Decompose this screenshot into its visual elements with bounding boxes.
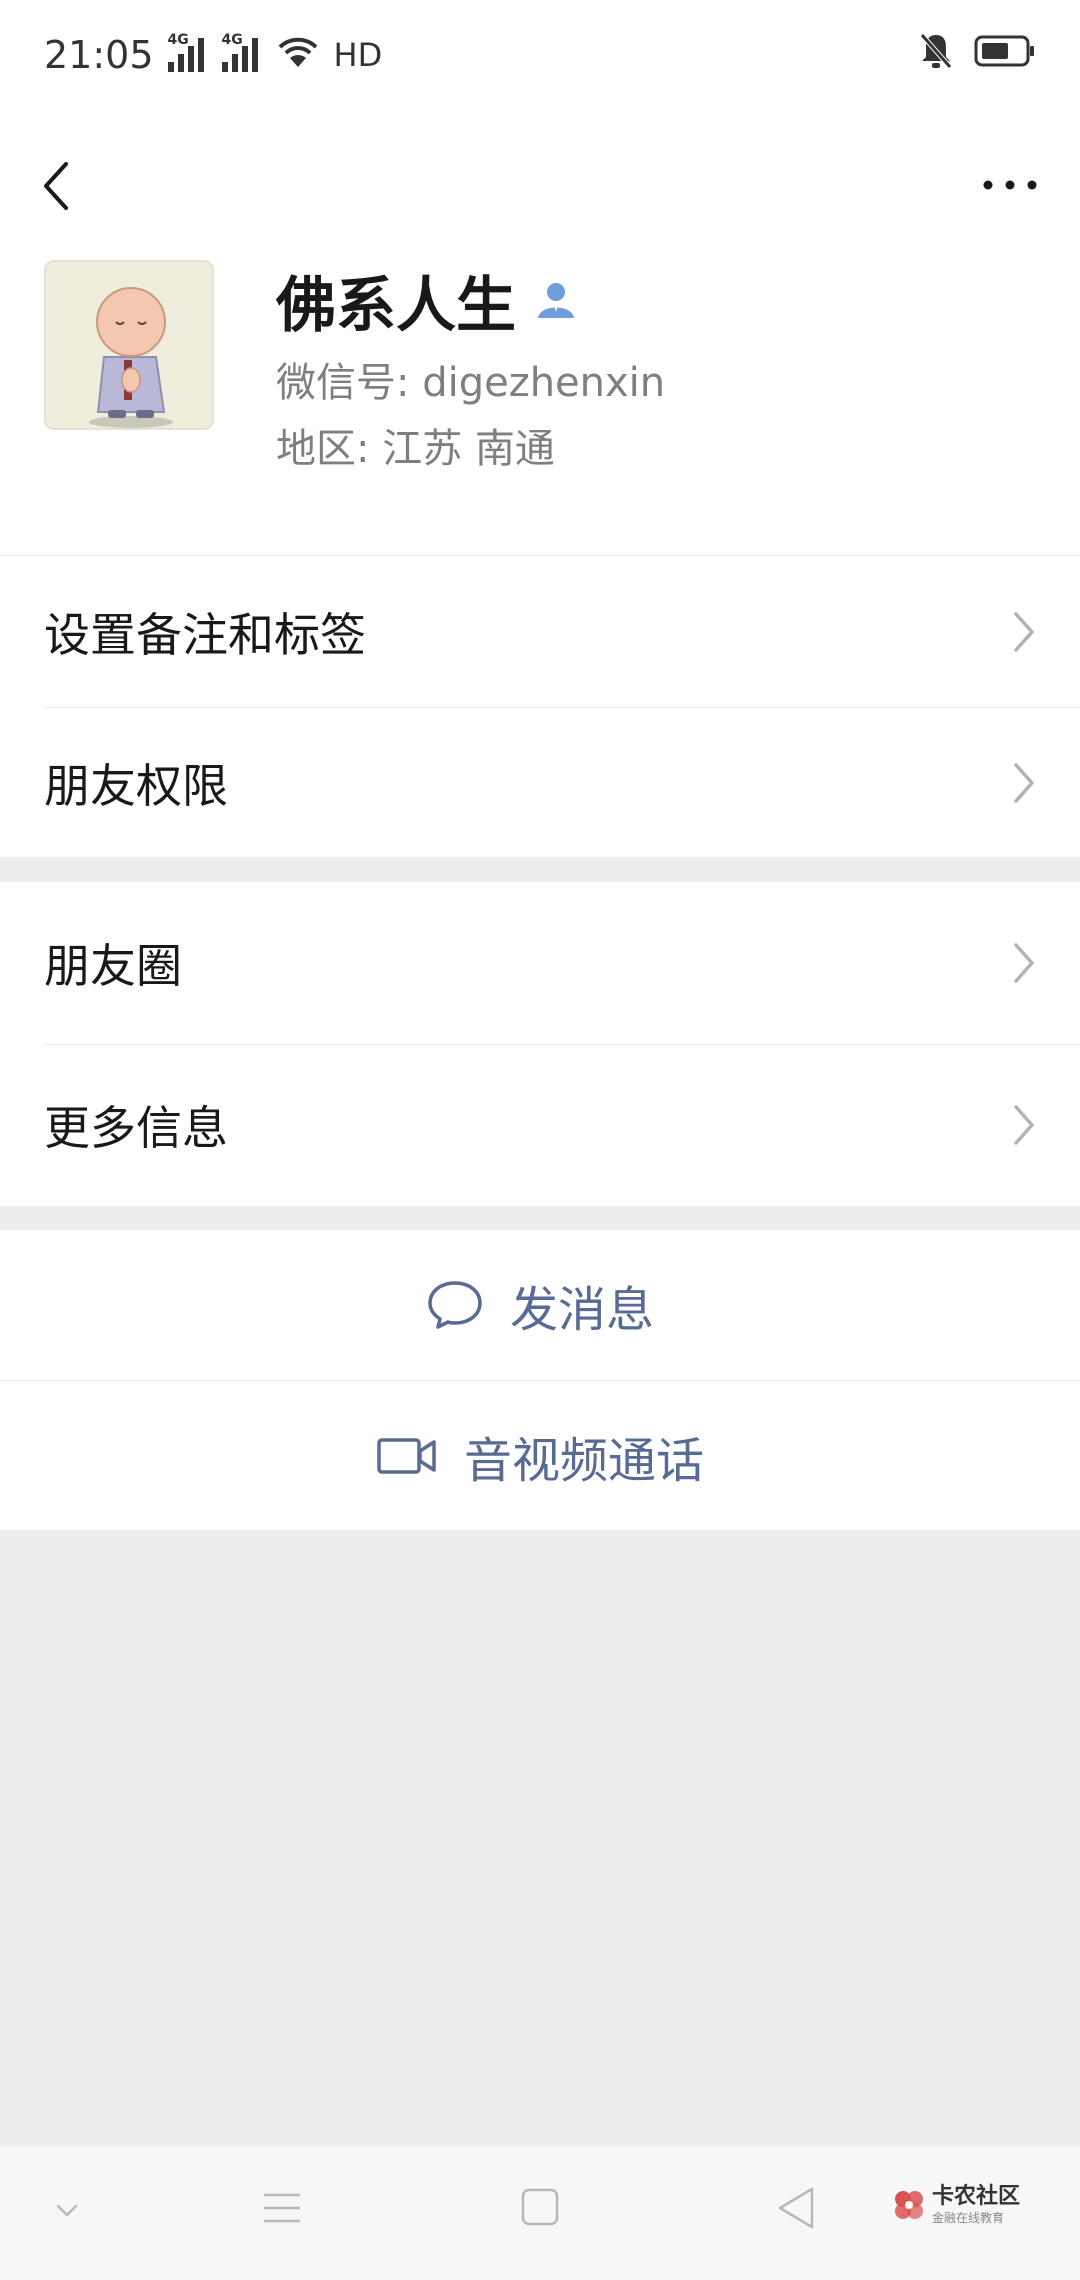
watermark-text: 卡农社区 金融在线教育 <box>931 2184 1020 2225</box>
menu-icon[interactable] <box>260 2183 304 2233</box>
send-message-label: 发消息 <box>509 1282 654 1338</box>
back-triangle-icon[interactable] <box>774 2183 818 2233</box>
brand-logo-icon <box>894 2191 923 2219</box>
mute-icon <box>918 31 954 80</box>
chevron-right-icon <box>1014 611 1034 652</box>
profile-name: 佛系人生 <box>276 260 578 341</box>
avatar[interactable] <box>44 260 214 430</box>
back-button[interactable] <box>30 150 90 220</box>
screen: 21:05 4G 4G HD 佛系人生 微信号: digezhenxin 地区:… <box>0 0 1080 2280</box>
network-type-label: 4G <box>221 32 243 48</box>
moments-row[interactable]: 朋友圈 <box>0 882 1080 1044</box>
profile-header: 佛系人生 微信号: digezhenxin 地区: 江苏 南通 <box>0 260 1080 555</box>
chat-bubble-icon <box>428 1281 482 1329</box>
chevron-right-icon <box>1014 943 1034 983</box>
moments-label: 朋友圈 <box>44 939 182 993</box>
contact-person-icon <box>538 283 574 318</box>
nickname: 佛系人生 <box>276 270 516 341</box>
status-right <box>918 31 1036 80</box>
more-button[interactable] <box>970 160 1050 210</box>
watermark-logo: 卡农社区 金融在线教育 <box>892 2186 1020 2224</box>
video-camera-icon <box>377 1437 436 1474</box>
video-call-button[interactable]: 音视频通话 <box>0 1380 1080 1530</box>
status-left: 21:05 4G 4G HD <box>44 32 383 78</box>
network-type-label: 4G <box>167 32 189 48</box>
friend-permission-label: 朋友权限 <box>44 758 228 813</box>
more-info-label: 更多信息 <box>44 1101 228 1155</box>
monk-avatar-icon <box>46 262 212 428</box>
watermark-title: 卡农社区 <box>931 2184 1020 2209</box>
wechat-id: 微信号: digezhenxin <box>276 360 666 406</box>
system-nav-bar: 卡农社区 金融在线教育 <box>0 2146 1080 2280</box>
actions-group: 发消息 音视频通话 <box>0 1230 1080 1530</box>
video-call-label: 音视频通话 <box>463 1432 704 1489</box>
battery-icon <box>974 34 1036 77</box>
chevron-right-icon <box>1014 1105 1034 1145</box>
hd-label: HD <box>333 36 383 74</box>
remark-tag-label: 设置备注和标签 <box>44 607 366 662</box>
top-nav <box>0 110 1080 260</box>
remark-tag-row[interactable]: 设置备注和标签 <box>0 556 1080 707</box>
more-info-row[interactable]: 更多信息 <box>0 1044 1080 1206</box>
more-dots-icon <box>983 180 1037 190</box>
friend-permission-row[interactable]: 朋友权限 <box>0 707 1080 858</box>
status-time: 21:05 <box>44 33 154 77</box>
info-group: 朋友圈 更多信息 <box>0 882 1080 1206</box>
signal-icon: 4G <box>167 32 208 72</box>
watermark-subtitle: 金融在线教育 <box>931 2211 1004 2225</box>
back-arrow-icon <box>44 162 68 210</box>
signal-icon: 4G <box>221 32 262 72</box>
wifi-icon <box>276 33 320 78</box>
chevron-right-icon <box>1014 762 1034 803</box>
settings-group: 设置备注和标签 朋友权限 <box>0 555 1080 857</box>
home-square-icon[interactable] <box>518 2183 562 2233</box>
status-bar: 21:05 4G 4G HD <box>0 0 1080 110</box>
send-message-button[interactable]: 发消息 <box>0 1230 1080 1380</box>
chevron-down-icon[interactable] <box>52 2196 82 2226</box>
region: 地区: 江苏 南通 <box>276 426 555 472</box>
